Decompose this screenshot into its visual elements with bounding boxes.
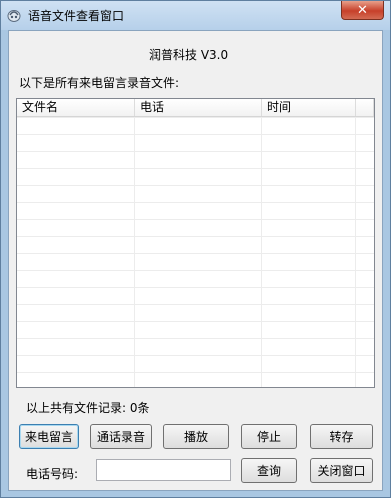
- call-recording-button[interactable]: 通话录音: [90, 424, 152, 449]
- query-button[interactable]: 查询: [241, 458, 297, 483]
- close-window-button[interactable]: ✕: [341, 1, 384, 20]
- app-window: 语音文件查看窗口 ✕ 润普科技 V3.0 以下是所有来电留言录音文件: 文件名 …: [0, 0, 391, 498]
- recording-file-list[interactable]: 文件名 电话 时间: [16, 98, 375, 388]
- phone-number-input[interactable]: [96, 459, 231, 481]
- client-area: 润普科技 V3.0 以下是所有来电留言录音文件: 文件名 电话 时间 以上共有文…: [8, 30, 383, 491]
- list-header: 文件名 电话 时间: [17, 99, 374, 117]
- title-bar[interactable]: 语音文件查看窗口 ✕: [1, 1, 390, 30]
- app-icon: [7, 10, 21, 22]
- save-as-button[interactable]: 转存: [310, 424, 373, 449]
- close-icon: ✕: [357, 2, 368, 18]
- play-button[interactable]: 播放: [163, 424, 229, 449]
- phone-number-label: 电话号码:: [26, 467, 79, 481]
- column-header-filler: [356, 99, 374, 116]
- record-count-label: 以上共有文件记录: 0条: [26, 401, 150, 415]
- column-header-filename[interactable]: 文件名: [17, 99, 135, 116]
- window-title: 语音文件查看窗口: [28, 9, 125, 23]
- column-header-phone[interactable]: 电话: [135, 99, 262, 116]
- list-body[interactable]: [17, 117, 374, 387]
- stop-button[interactable]: 停止: [241, 424, 297, 449]
- close-window-bottom-button[interactable]: 关闭窗口: [310, 458, 373, 483]
- column-header-time[interactable]: 时间: [262, 99, 356, 116]
- voicemail-button[interactable]: 来电留言: [19, 424, 79, 449]
- list-caption: 以下是所有来电留言录音文件:: [19, 76, 180, 90]
- brand-version: 润普科技 V3.0: [149, 48, 229, 62]
